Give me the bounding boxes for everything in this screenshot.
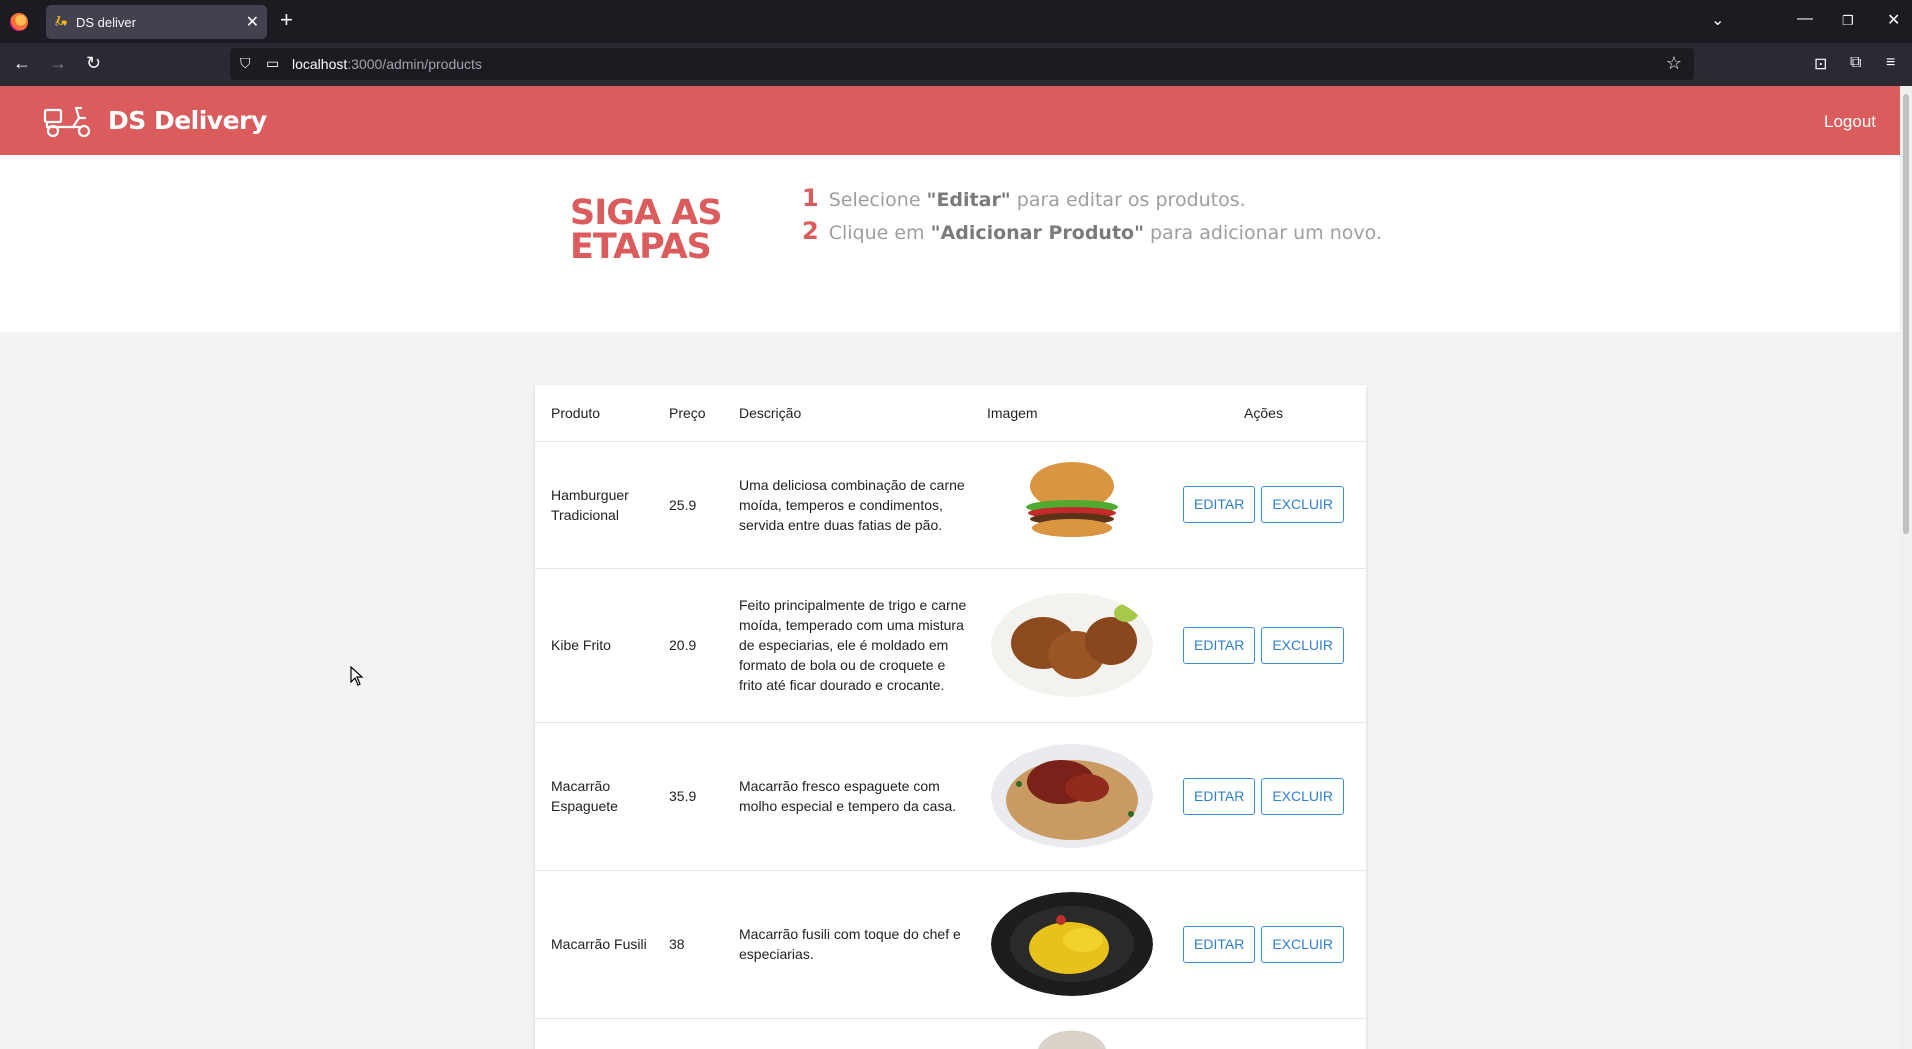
product-price: 25.9 [653,441,723,569]
header-imagem: Imagem [971,385,1161,442]
fusili-image [991,892,1153,996]
product-image-cell [971,1018,1161,1049]
hamburger-image [991,452,1153,557]
products-table: Produto Preço Descrição Imagem Ações Ham… [535,385,1366,1049]
product-name: Macarrão Espaguete [535,722,653,871]
step-2: 2 Clique em "Adicionar Produto" para adic… [802,217,1382,245]
next-product-image [1037,1030,1107,1049]
actions-cell: EDITAR EXCLUIR [1161,441,1366,569]
edit-button[interactable]: EDITAR [1183,626,1256,664]
kibe-image [991,593,1153,697]
address-bar[interactable]: ⛉ ▭ localhost:3000/admin/products ☆ [230,48,1694,80]
product-image-cell [971,722,1161,871]
product-name: Hamburguer Tradicional [535,441,653,569]
actions-cell: EDITAR EXCLUIR [1161,870,1366,1019]
bookmark-star-icon[interactable]: ☆ [1666,53,1682,74]
minimize-button[interactable]: — [1797,10,1813,28]
page-viewport: DS Delivery Logout SIGA AS ETAPAS 1 Selec… [0,86,1900,1049]
product-name: Macarrão Fusili [535,870,653,1019]
restore-button[interactable]: ❐ [1842,13,1854,29]
list-tabs-chevron-icon[interactable]: ⌄ [1711,10,1724,30]
app-header: DS Delivery Logout [0,86,1900,155]
table-header-row: Produto Preço Descrição Imagem Ações [535,385,1366,442]
table-row: Kibe Frito 20.9 Feito principalmente de … [535,568,1366,723]
delete-button[interactable]: EXCLUIR [1261,486,1344,523]
product-price: 20.9 [653,568,723,723]
pocket-icon[interactable]: ⊡ [1814,54,1827,74]
url-text[interactable]: localhost:3000/admin/products [292,56,482,72]
browser-navbar: ← → ↻ ⛉ ▭ localhost:3000/admin/products … [0,43,1912,86]
delete-button[interactable]: EXCLUIR [1261,925,1344,963]
scrollbar-thumb[interactable] [1903,94,1909,534]
header-acoes: Ações [1161,385,1366,442]
menu-icon[interactable]: ≡ [1886,54,1895,72]
logout-link[interactable]: Logout [1824,112,1876,132]
delete-button[interactable]: EXCLUIR [1261,777,1344,815]
table-row-partial [535,1018,1366,1049]
mouse-cursor-icon [350,666,364,686]
table-row: Macarrão Fusili 38 Macarrão fusili com t… [535,870,1366,1019]
extensions-icon[interactable]: ⧉ [1850,54,1861,72]
steps-title: SIGA AS ETAPAS [570,193,723,267]
actions-cell: EDITAR EXCLUIR [1161,722,1366,871]
back-arrow-icon[interactable]: ← [13,53,31,73]
shield-icon[interactable]: ⛉ [240,55,251,72]
header-descricao: Descrição [723,385,971,442]
actions-cell: EDITAR EXCLUIR [1161,568,1366,723]
tab-title: DS deliver [76,15,136,30]
new-tab-button[interactable]: + [280,8,293,32]
table-row: Hamburguer Tradicional 25.9 Uma delicios… [535,441,1366,569]
browser-tabbar: 🛵 DS deliver ✕ + ⌄ — ❐ ✕ [0,0,1912,43]
products-table-card: Produto Preço Descrição Imagem Ações Ham… [535,385,1366,1049]
espaguete-image [991,744,1153,848]
page-scrollbar[interactable] [1900,86,1912,1049]
product-image-cell [971,441,1161,569]
product-image-cell [971,568,1161,723]
product-description: Feito principalmente de trigo e carne mo… [723,568,971,723]
product-price: 38 [653,870,723,1019]
page-info-icon[interactable]: ▭ [266,55,279,72]
product-description: Macarrão fresco espaguete com molho espe… [723,722,971,871]
product-description: Macarrão fusili com toque do chef e espe… [723,870,971,1019]
steps-section: SIGA AS ETAPAS 1 Selecione "Editar" para … [0,155,1900,332]
browser-tab[interactable]: 🛵 DS deliver ✕ [46,5,267,39]
table-row: Macarrão Espaguete 35.9 Macarrão fresco … [535,722,1366,871]
step-1: 1 Selecione "Editar" para editar os produ… [802,184,1246,212]
edit-button[interactable]: EDITAR [1183,777,1256,815]
edit-button[interactable]: EDITAR [1183,486,1256,523]
product-price: 35.9 [653,722,723,871]
product-name: Kibe Frito [535,568,653,723]
scooter-favicon-icon: 🛵 [54,15,68,27]
brand-name[interactable]: DS Delivery [108,106,267,135]
close-tab-icon[interactable]: ✕ [246,12,259,32]
edit-button[interactable]: EDITAR [1183,925,1256,963]
product-description: Uma deliciosa combinação de carne moída,… [723,441,971,569]
header-produto: Produto [535,385,653,442]
header-preco: Preço [653,385,723,442]
firefox-icon [10,13,28,31]
delivery-scooter-icon [43,106,91,138]
close-window-button[interactable]: ✕ [1887,10,1900,30]
reload-icon[interactable]: ↻ [86,53,101,73]
product-image-cell [971,870,1161,1019]
delete-button[interactable]: EXCLUIR [1261,626,1344,664]
forward-arrow-icon[interactable]: → [49,53,67,73]
